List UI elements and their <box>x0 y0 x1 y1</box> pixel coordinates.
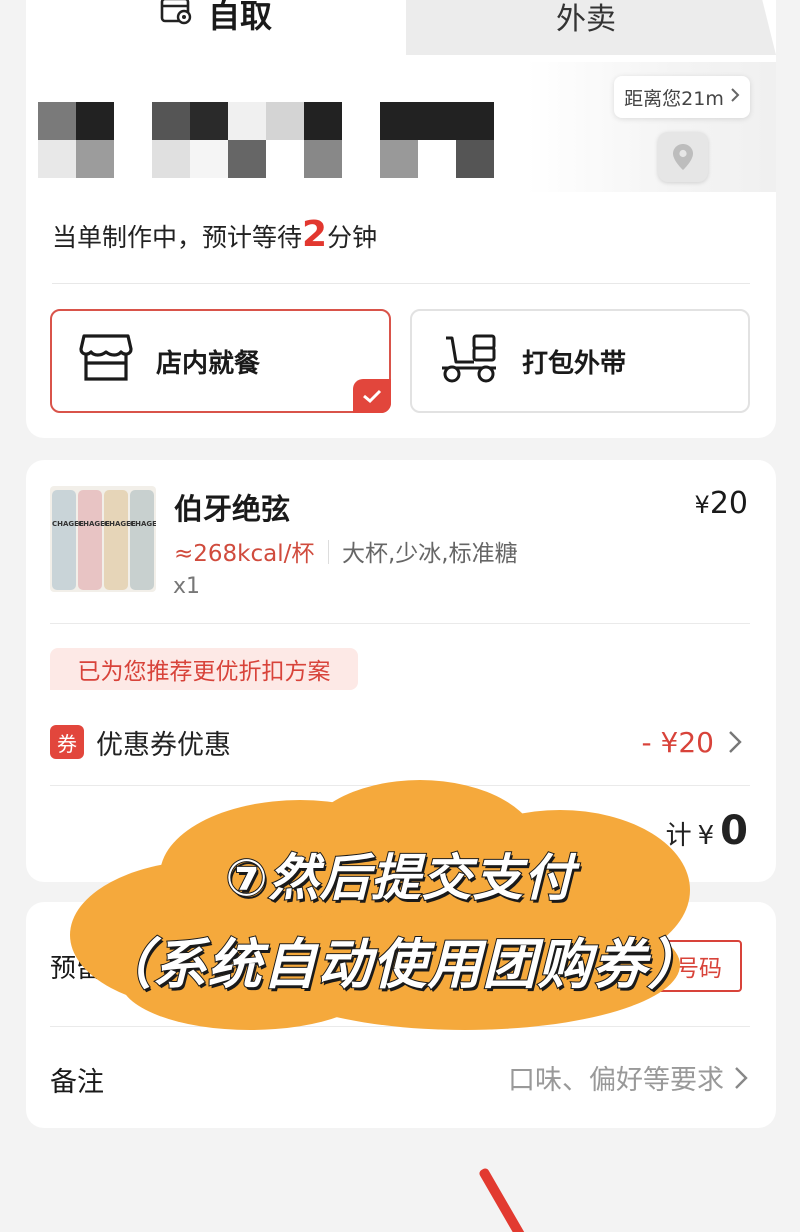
order-type-tabs: 自取 外卖 <box>26 0 776 55</box>
note-input[interactable]: 口味、偏好等要求 <box>508 1058 748 1097</box>
drink-can <box>52 490 76 590</box>
note-label: 备注 <box>50 1067 104 1098</box>
dine-in-option[interactable]: 店内就餐 <box>50 309 391 413</box>
note-placeholder: 口味、偏好等要求 <box>508 1065 724 1096</box>
item-spec: 大杯,少冰,标准糖 <box>342 541 518 567</box>
chevron-right-icon <box>729 731 742 753</box>
pickup-location-icon <box>160 0 194 31</box>
recommend-banner: 已为您推荐更优折扣方案 <box>50 648 358 690</box>
coupon-title: 优惠券优惠 <box>96 729 231 761</box>
drink-can <box>104 490 128 590</box>
takeaway-option[interactable]: 打包外带 <box>410 309 750 413</box>
item-quantity: x1 <box>173 574 201 599</box>
drink-can <box>130 490 154 590</box>
store-name-redacted <box>38 102 494 178</box>
chevron-right-icon <box>735 1066 748 1089</box>
store-icon <box>78 333 134 390</box>
scooter-icon <box>438 332 500 391</box>
coupon-badge-icon: 券 <box>50 725 84 759</box>
currency-symbol: ¥ <box>694 491 710 519</box>
tab-self-pickup[interactable]: 自取 <box>26 0 406 55</box>
dine-in-label: 店内就餐 <box>156 348 261 379</box>
calories: ≈268kcal/杯 <box>174 541 315 567</box>
coupon-row[interactable]: 券 优惠券优惠 - ¥20 <box>50 722 750 762</box>
coupon-discount[interactable]: - ¥20 <box>642 722 742 762</box>
thumb-label: CHAGEE <box>52 520 84 528</box>
checkmark-icon <box>353 379 391 413</box>
product-thumbnail: CHAGEE CHAGEE CHAGEE CHAGEE <box>50 486 156 592</box>
distance-badge[interactable]: 距离您21m <box>614 76 750 118</box>
drink-can <box>78 490 102 590</box>
wait-prefix: 当单制作中，预计等待 <box>52 223 303 252</box>
thumb-label: CHAGEE <box>130 520 156 528</box>
wait-status: 当单制作中，预计等待2分钟 <box>52 214 377 255</box>
store-card: 自取 外卖 距离您21m 当单制作中，预计等待2分钟 店内就餐 打包外带 <box>26 0 776 438</box>
tab-delivery-label[interactable]: 外卖 <box>556 0 616 38</box>
divider <box>328 540 329 564</box>
chevron-right-icon <box>730 86 740 108</box>
item-name: 伯牙绝弦 <box>174 492 291 526</box>
annotation-stroke <box>478 1167 532 1232</box>
item-price: ¥20 <box>695 486 748 521</box>
tab-self-pickup-label: 自取 <box>207 0 272 35</box>
distance-text: 距离您21m <box>624 87 724 110</box>
location-pin-icon[interactable] <box>658 132 708 182</box>
wait-suffix: 分钟 <box>327 223 378 252</box>
overlay-caption-note: （系统自动使用团购券） <box>97 932 703 997</box>
overlay-caption-step: ⑦然后提交支付 <box>224 848 575 908</box>
thumb-label: CHAGEE <box>78 520 110 528</box>
wait-minutes: 2 <box>302 214 328 255</box>
divider <box>52 283 750 284</box>
takeaway-label: 打包外带 <box>522 348 627 379</box>
coupon-value: - ¥20 <box>641 725 714 759</box>
thumb-label: CHAGEE <box>104 520 136 528</box>
price-value: 20 <box>709 486 748 521</box>
divider <box>50 623 750 624</box>
